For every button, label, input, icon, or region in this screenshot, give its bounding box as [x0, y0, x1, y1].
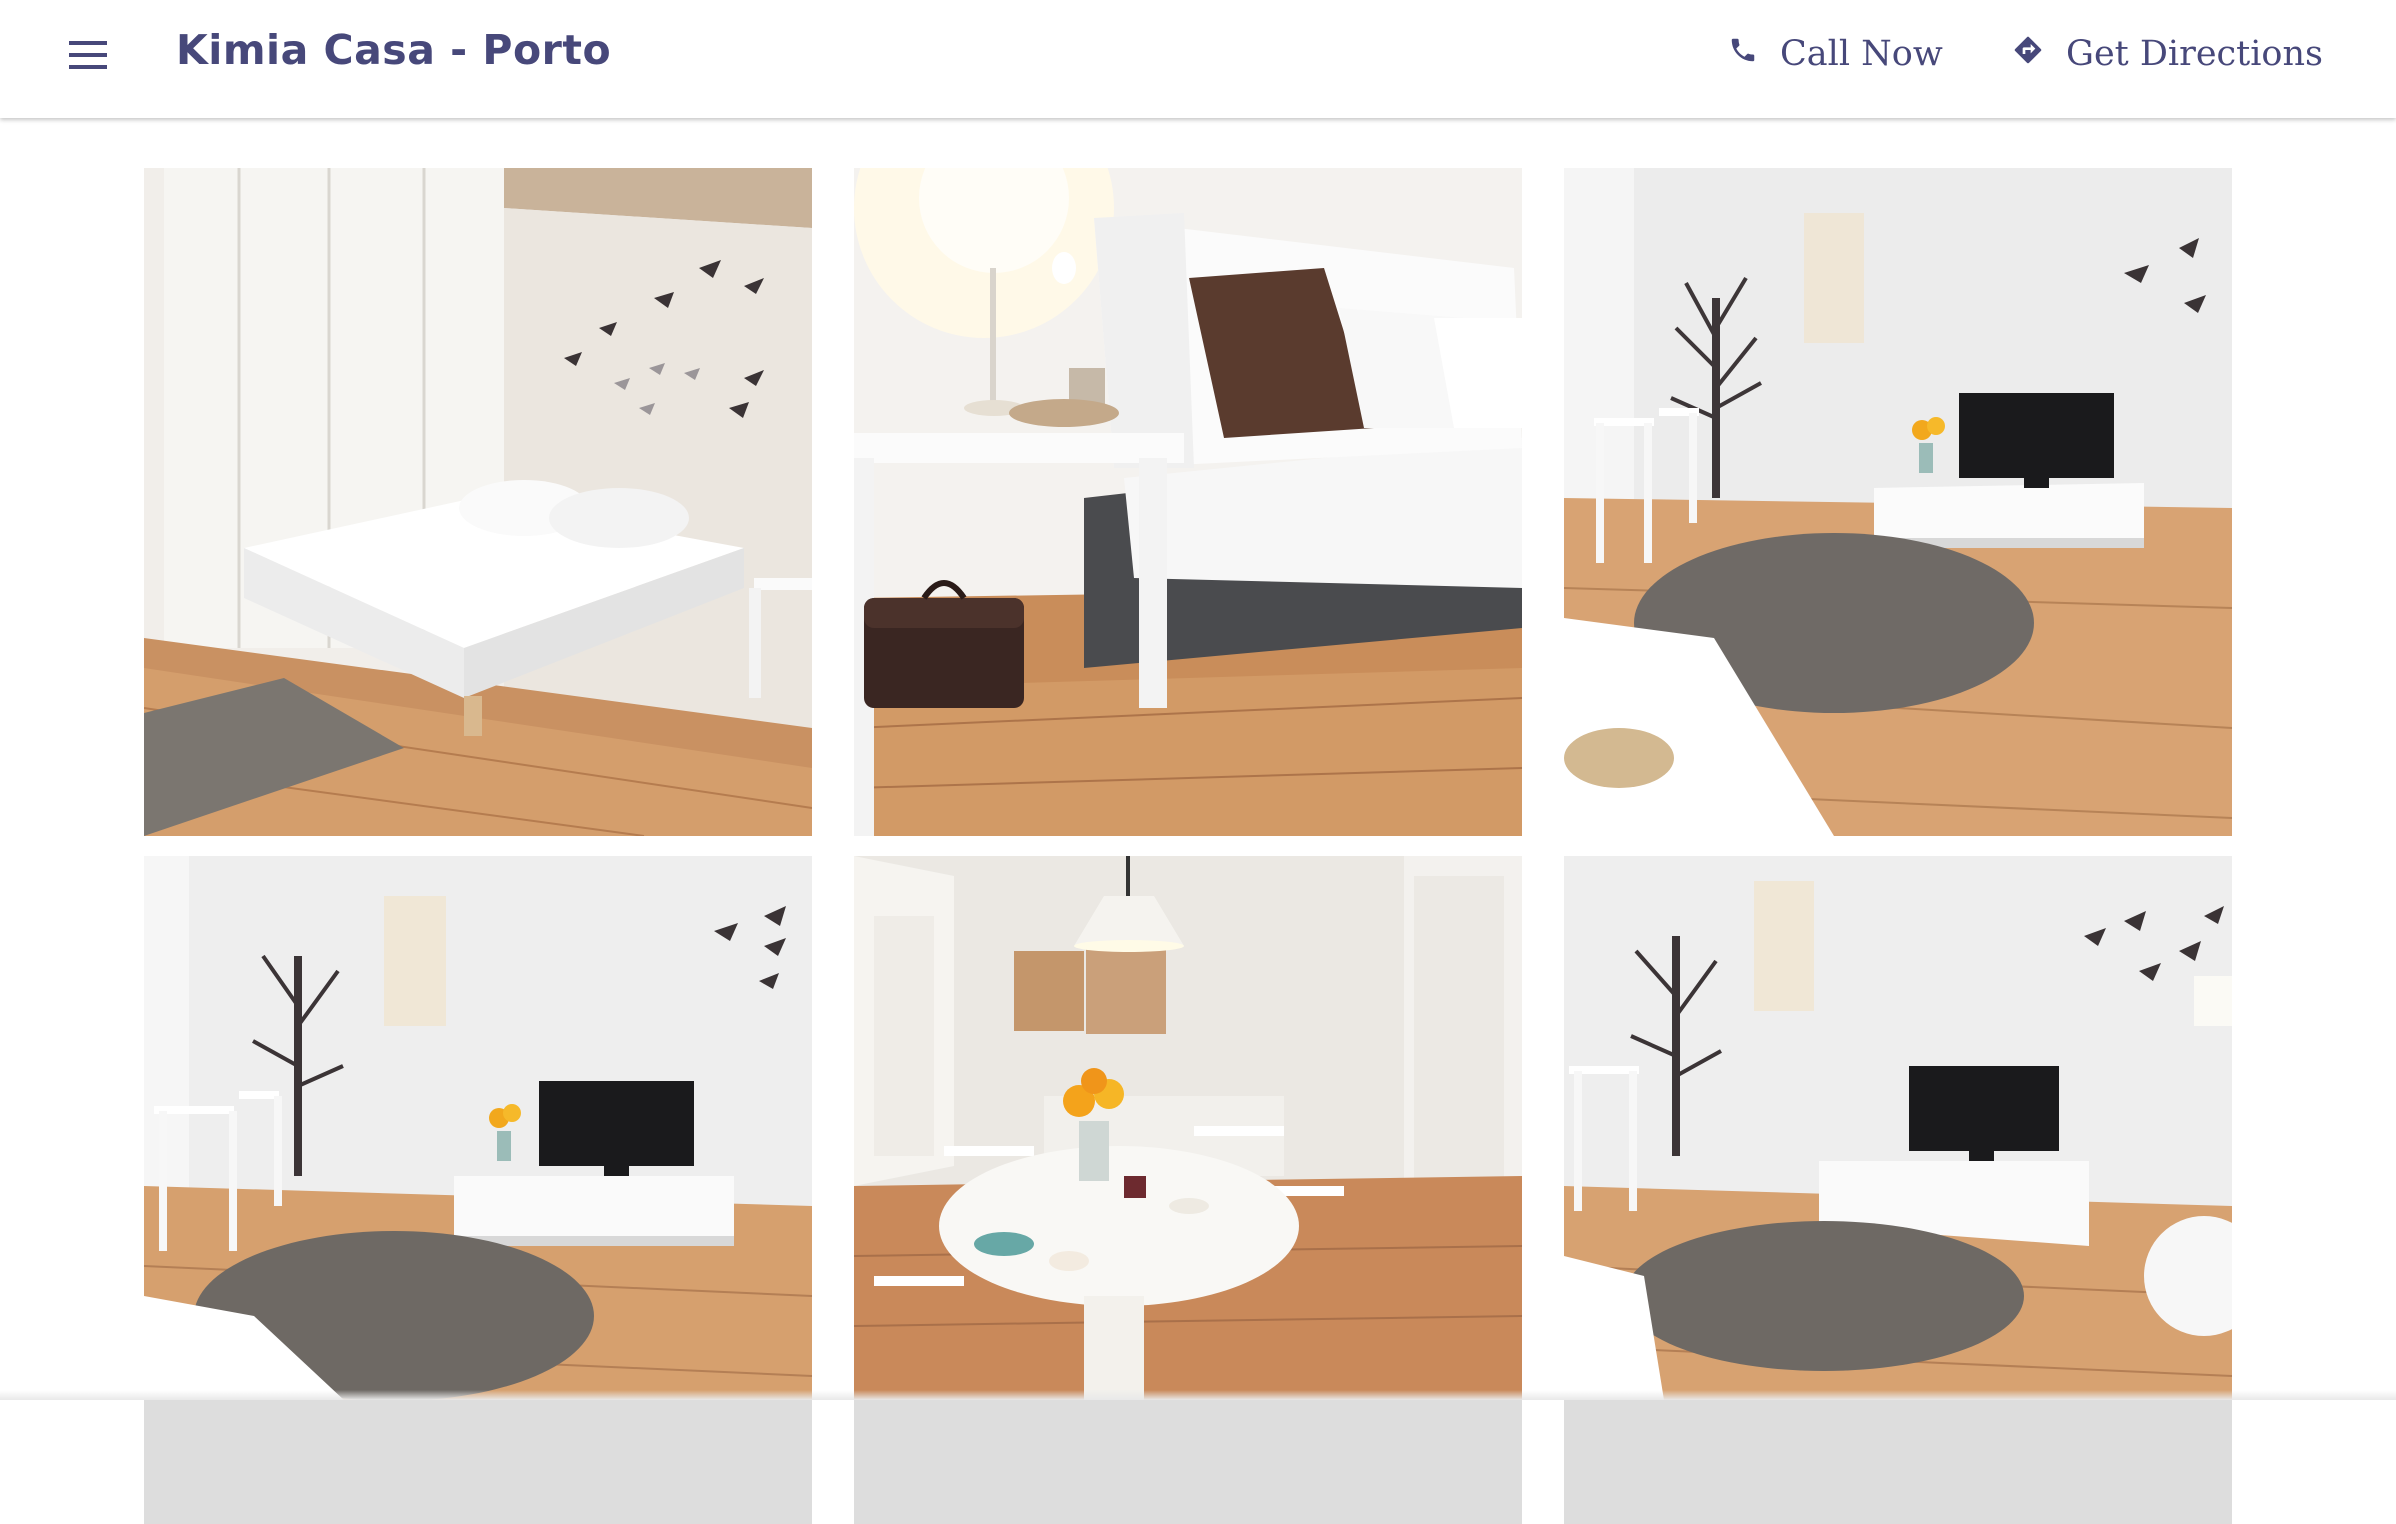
directions-icon: [2012, 34, 2044, 75]
gallery-photo-living-room[interactable]: [1564, 168, 2232, 836]
call-now-label: Call Now: [1780, 34, 1943, 74]
gallery-photo-dining-table[interactable]: [854, 856, 1522, 1524]
top-app-bar: Kimia Casa - Porto Call Now Get Directio…: [0, 0, 2396, 118]
gallery-photo-bedroom[interactable]: [144, 168, 812, 836]
get-directions-label: Get Directions: [2066, 34, 2323, 74]
gallery-photo-living-room-tv[interactable]: [144, 856, 812, 1524]
gallery-photo-living-room-wide[interactable]: [1564, 856, 2232, 1524]
call-now-button[interactable]: Call Now: [1728, 28, 1943, 80]
bottom-edge-shadow: [0, 1390, 2396, 1400]
phone-icon: [1728, 34, 1758, 74]
hamburger-menu-icon[interactable]: [58, 30, 118, 80]
get-directions-button[interactable]: Get Directions: [2012, 28, 2323, 80]
site-title[interactable]: Kimia Casa - Porto: [176, 26, 611, 74]
gallery-photo-sofa-bed[interactable]: [854, 168, 1522, 836]
photo-gallery: [0, 0, 2396, 1524]
